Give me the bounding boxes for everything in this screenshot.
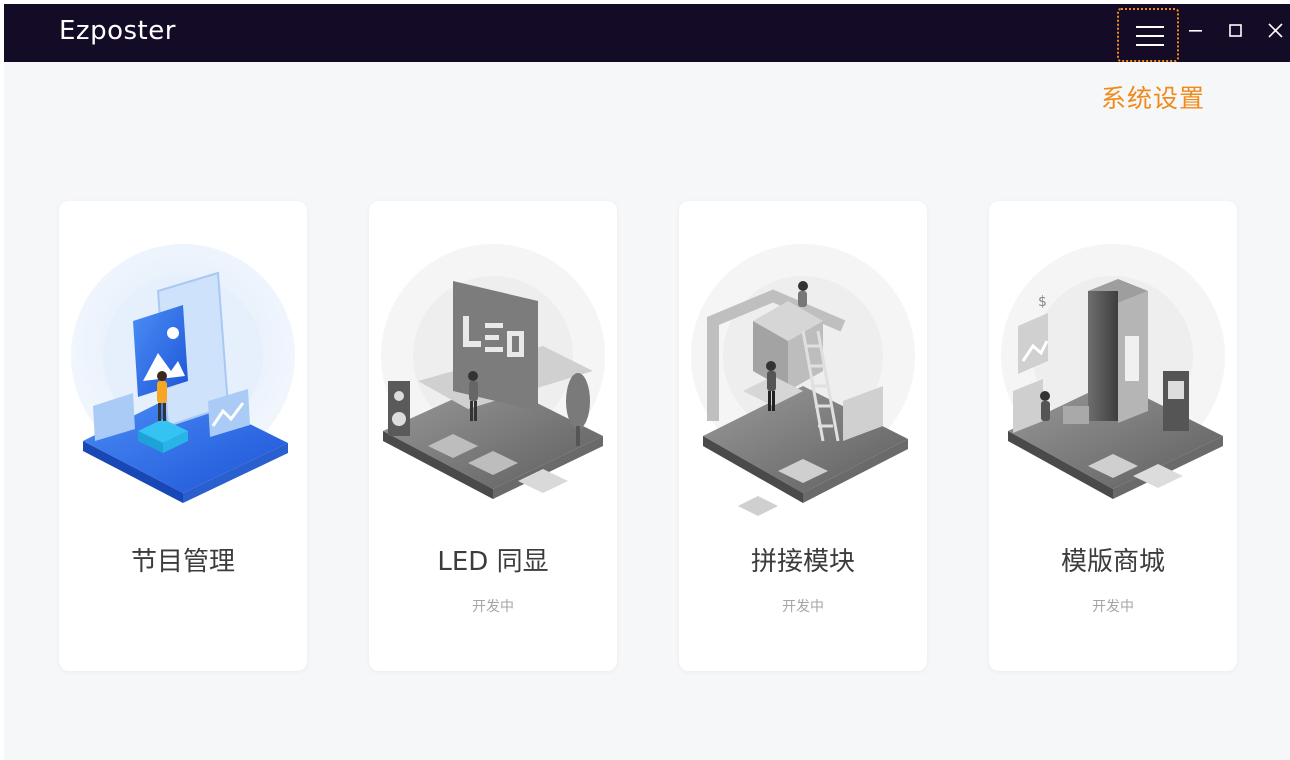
minimize-icon [1189, 30, 1202, 32]
led-sync-illustration [381, 244, 605, 499]
close-icon [1268, 23, 1283, 38]
svg-text:$: $ [1038, 294, 1047, 310]
card-title: 拼接模块 [750, 547, 855, 577]
system-settings-label: 系统设置 [1101, 84, 1206, 113]
card-template-store[interactable]: $ 模版商城 开发中 [989, 201, 1237, 671]
hamburger-menu-icon [1136, 26, 1164, 46]
main-content: 系统设置 节目管理 LED 同显 开发中 拼接模块 开发中 $ 模版商城 开发中 [4, 62, 1290, 760]
program-management-illustration [71, 244, 295, 503]
title-bar: Ezposter [4, 4, 1290, 62]
card-splicing-module[interactable]: 拼接模块 开发中 [679, 201, 927, 671]
template-store-illustration: $ [1001, 244, 1225, 499]
minimize-button[interactable] [1184, 18, 1210, 44]
card-led-sync[interactable]: LED 同显 开发中 [369, 201, 617, 671]
splicing-module-illustration [691, 244, 915, 516]
card-status: 开发中 [1092, 599, 1134, 615]
card-title: LED 同显 [437, 547, 549, 577]
system-settings-menu-button[interactable] [1117, 8, 1179, 62]
card-title: 节目管理 [130, 547, 235, 577]
app-logo: Ezposter [59, 16, 176, 46]
card-title: 模版商城 [1060, 547, 1165, 577]
maximize-button[interactable] [1223, 18, 1249, 44]
close-button[interactable] [1263, 18, 1289, 44]
card-status: 开发中 [782, 599, 824, 615]
maximize-icon [1229, 24, 1242, 37]
card-status: 开发中 [472, 599, 514, 615]
card-program-management[interactable]: 节目管理 [59, 201, 307, 671]
